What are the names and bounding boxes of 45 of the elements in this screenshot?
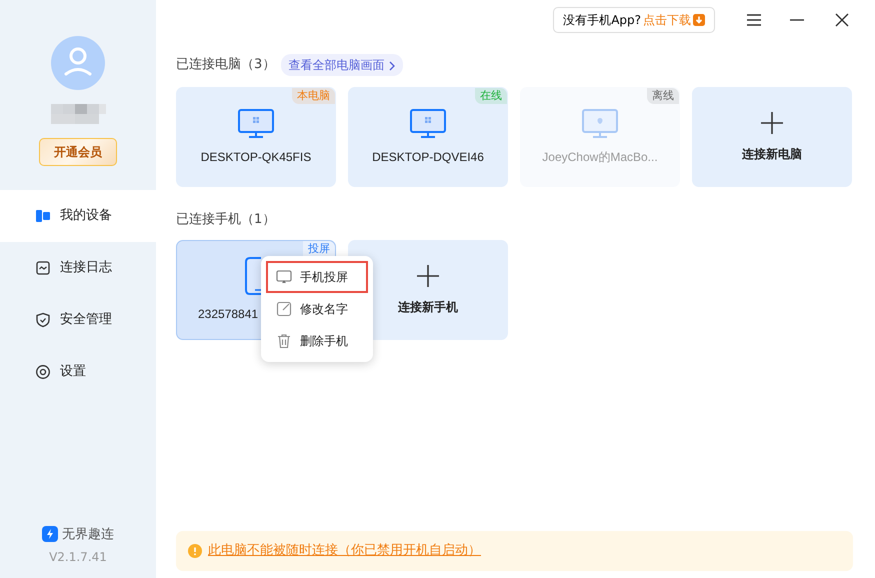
view-all-link[interactable]: 查看全部电脑画面 <box>281 54 404 76</box>
device-name: DESKTOP-QK45FIS <box>200 148 312 166</box>
monitor-icon <box>410 108 446 138</box>
avatar-icon <box>51 36 105 90</box>
download-icon <box>693 14 705 26</box>
plus-icon <box>760 111 784 135</box>
device-name: JoeyChow的MacBo... <box>542 148 658 166</box>
shield-icon <box>35 312 51 328</box>
sidebar-item[interactable]: 我的设备 <box>0 190 156 242</box>
membership-button[interactable]: 开通会员 <box>39 138 117 166</box>
chart-icon <box>35 260 51 276</box>
menu-icon <box>746 13 762 27</box>
chevron-right-icon <box>388 60 396 71</box>
settings-icon <box>35 364 51 380</box>
status-tag: 离线 <box>647 88 679 104</box>
blurred-username <box>50 104 106 124</box>
section-title: 已连接手机（1） <box>176 211 276 229</box>
monitor-icon <box>238 108 274 138</box>
devices-icon <box>35 208 51 224</box>
monitor-icon <box>582 108 618 138</box>
add-computer-card[interactable]: 连接新电脑 <box>692 87 852 187</box>
sidebar-item[interactable]: 设置 <box>0 346 156 398</box>
device-name: DESKTOP-DQVEI46 <box>372 148 484 166</box>
menu-item[interactable]: 手机投屏 <box>266 260 368 292</box>
device-name: 232578841 <box>198 306 258 322</box>
sidebar-item[interactable]: 安全管理 <box>0 294 156 346</box>
trash-icon <box>276 332 292 348</box>
logo-icon <box>42 526 58 542</box>
plus-icon <box>416 264 440 288</box>
warning-icon <box>188 544 202 558</box>
close-icon <box>834 12 850 28</box>
edit-icon <box>276 300 292 316</box>
computer-card[interactable]: 离线 JoeyChow的MacBo... <box>520 87 680 187</box>
download-button[interactable]: 没有手机App? 点击下载 <box>553 7 715 33</box>
brand-name: 无界趣连 <box>62 526 114 544</box>
phone-icon <box>245 256 261 294</box>
version-label: V2.1.7.41 <box>49 549 107 566</box>
computer-card[interactable]: 本电脑 DESKTOP-QK45FIS <box>176 87 336 187</box>
cast-tag: 投屏 <box>303 240 335 256</box>
sidebar-item[interactable]: 连接日志 <box>0 242 156 294</box>
computer-card[interactable]: 在线 DESKTOP-DQVEI46 <box>348 87 508 187</box>
status-tag: 本电脑 <box>292 88 335 104</box>
screen-cast-icon <box>276 268 292 284</box>
status-tag: 在线 <box>475 88 507 104</box>
section-title: 已连接电脑（3） <box>176 56 276 74</box>
